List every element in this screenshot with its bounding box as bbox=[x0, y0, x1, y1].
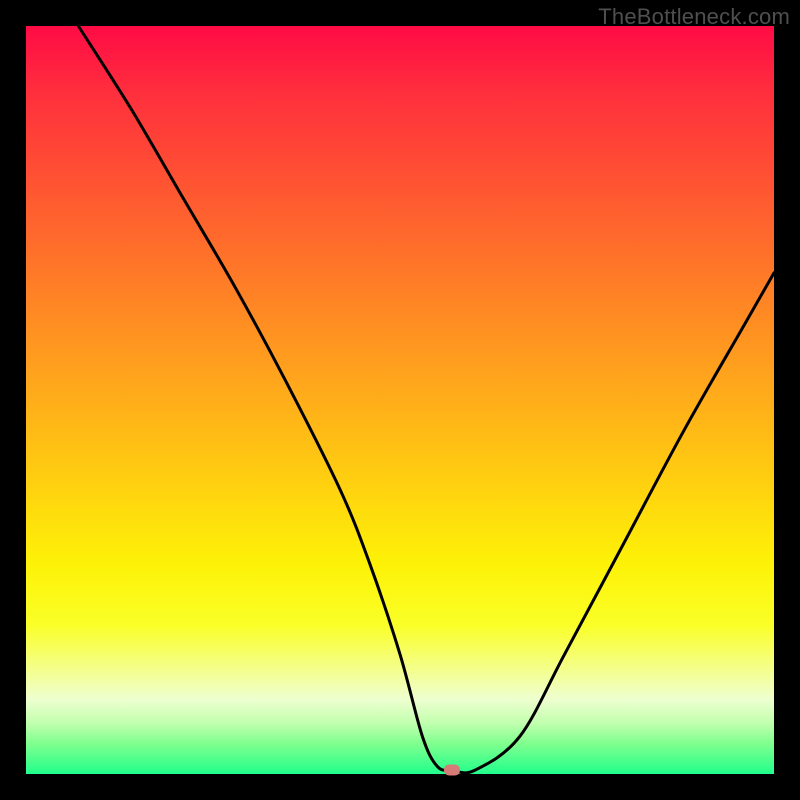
minimum-marker bbox=[444, 765, 460, 776]
plot-area bbox=[26, 26, 774, 774]
chart-frame: TheBottleneck.com bbox=[0, 0, 800, 800]
bottleneck-curve bbox=[26, 26, 774, 774]
watermark-text: TheBottleneck.com bbox=[598, 4, 790, 30]
